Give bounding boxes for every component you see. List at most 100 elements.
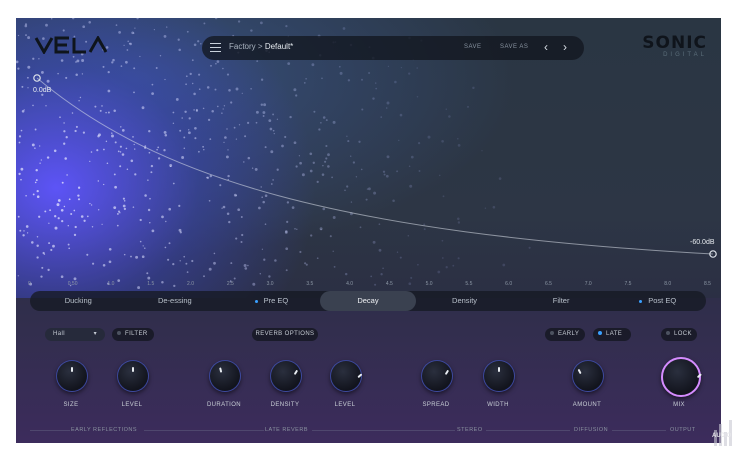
knob-pointer xyxy=(357,373,363,379)
tab-density[interactable]: Density xyxy=(416,291,513,311)
section-divider xyxy=(30,430,70,431)
section-divider xyxy=(312,430,455,431)
knob-spread[interactable] xyxy=(421,360,453,392)
time-tick: 0.50 xyxy=(67,281,78,287)
tab-filter[interactable]: Filter xyxy=(513,291,610,311)
tab-post-eq[interactable]: Post EQ xyxy=(609,291,706,311)
late-indicator xyxy=(598,331,602,336)
time-tick: 4.0 xyxy=(346,281,354,287)
time-tick: 0 xyxy=(28,281,31,287)
knob-label: WIDTH xyxy=(487,402,509,408)
time-tick: 3.5 xyxy=(306,281,314,287)
hall-select-value: Hall xyxy=(53,331,65,337)
tab-label: Decay xyxy=(357,296,379,305)
decay-visualizer[interactable]: 0.0dB -60.0dB 0 0.50 1.0 1.5 2.0 2.5 3.0 3.5 4.0… xyxy=(16,18,721,298)
time-tick: 6.0 xyxy=(505,281,513,287)
tab-label: Pre EQ xyxy=(263,296,289,305)
chevron-down-icon: ▾ xyxy=(93,331,97,337)
knob-mix[interactable] xyxy=(661,357,702,397)
section-output: OUTPUT xyxy=(670,427,696,433)
tab-de-essing[interactable]: De-essing xyxy=(127,291,224,311)
knob-pointer xyxy=(696,373,702,379)
tab-ducking[interactable]: Ducking xyxy=(30,291,127,311)
knob-label: LEVEL xyxy=(121,402,143,408)
time-tick: 3.0 xyxy=(266,281,274,287)
knob-size[interactable] xyxy=(56,360,88,392)
knob-level[interactable] xyxy=(117,360,149,392)
lock-indicator xyxy=(666,331,670,336)
tab-pre-eq[interactable]: Pre EQ xyxy=(223,291,320,311)
knob-label: SPREAD xyxy=(422,402,450,408)
knob-pointer xyxy=(577,368,582,375)
time-tick: 1.5 xyxy=(147,281,155,287)
late-toggle[interactable]: LATE xyxy=(593,328,631,341)
early-toggle[interactable]: EARLY xyxy=(545,328,585,341)
knob-width[interactable] xyxy=(483,360,515,392)
time-tick: 5.0 xyxy=(425,281,433,287)
decay-start-label: 0.0dB xyxy=(33,87,52,94)
knob-label: AMOUNT xyxy=(572,402,602,408)
knob-pointer xyxy=(219,367,223,373)
early-indicator xyxy=(550,331,554,336)
vela-logo xyxy=(34,34,108,59)
knob-density[interactable] xyxy=(270,360,302,392)
preset-breadcrumb[interactable]: Factory > Default* xyxy=(229,42,293,51)
preset-bar: Factory > Default* SAVE SAVE AS ‹ › xyxy=(202,36,584,60)
tab-active-dot xyxy=(639,299,643,303)
decay-curve xyxy=(33,74,717,258)
reverb-options-button[interactable]: REVERB OPTIONS xyxy=(252,328,318,341)
knob-label: MIX xyxy=(673,402,685,408)
save-as-button[interactable]: SAVE AS xyxy=(500,44,528,50)
tab-decay[interactable]: Decay xyxy=(319,291,417,311)
filter-toggle[interactable]: FILTER xyxy=(112,328,154,341)
tab-active-dot xyxy=(254,299,258,303)
brand-name: SONIC xyxy=(642,33,707,53)
tab-bar: Ducking De-essing Pre EQ Decay Density Filter… xyxy=(30,291,706,311)
save-button[interactable]: SAVE xyxy=(464,44,482,50)
audio-watermark: AUDIO xyxy=(712,418,738,453)
lock-label: LOCK xyxy=(674,331,692,337)
knob-pointer xyxy=(293,369,299,376)
reverb-plugin-window: 0.0dB -60.0dB 0 0.50 1.0 1.5 2.0 2.5 3.0 3.5 4.0… xyxy=(16,18,721,443)
late-label: LATE xyxy=(606,331,623,337)
chevron-left-icon[interactable]: ‹ xyxy=(544,40,548,54)
section-divider xyxy=(486,430,570,431)
chevron-right-icon[interactable]: › xyxy=(563,40,567,54)
time-tick: 2.5 xyxy=(226,281,234,287)
section-diffusion: DIFFUSION xyxy=(574,427,609,433)
knob-level-late[interactable] xyxy=(330,360,363,392)
time-tick: 4.5 xyxy=(385,281,393,287)
tab-label: Density xyxy=(452,296,478,305)
section-divider xyxy=(612,430,666,431)
time-tick: 5.5 xyxy=(465,281,473,287)
tab-label: Ducking xyxy=(64,296,92,305)
knob-pointer xyxy=(71,367,73,372)
hall-select[interactable]: Hall ▾ xyxy=(45,328,105,341)
menu-icon[interactable] xyxy=(210,43,221,52)
filter-indicator xyxy=(117,331,121,336)
knob-pointer xyxy=(444,369,450,376)
knob-label: DURATION xyxy=(206,402,242,408)
time-tick: 1.0 xyxy=(107,281,115,287)
lock-toggle[interactable]: LOCK xyxy=(661,328,697,341)
knob-label: LEVEL xyxy=(334,402,356,408)
knob-pointer xyxy=(498,367,500,372)
preset-name: Default* xyxy=(264,42,294,51)
breadcrumb-parent: Factory xyxy=(229,42,256,51)
time-tick: 7.0 xyxy=(584,281,592,287)
time-tick: 8.5 xyxy=(704,281,711,287)
knob-amount[interactable] xyxy=(572,360,604,392)
time-tick: 8.0 xyxy=(664,281,672,287)
decay-end-label: -60.0dB xyxy=(690,239,715,246)
knob-label: DENSITY xyxy=(270,402,300,408)
knob-pointer xyxy=(132,367,134,372)
time-tick: 7.5 xyxy=(624,281,632,287)
knob-label: SIZE xyxy=(63,402,79,408)
early-label: EARLY xyxy=(558,331,580,337)
section-late-reverb: LATE REVERB xyxy=(265,427,308,433)
knob-duration[interactable] xyxy=(209,360,241,392)
tab-label: Filter xyxy=(552,296,570,305)
section-stereo: STEREO xyxy=(457,427,483,433)
section-early-reflections: EARLY REFLECTIONS xyxy=(71,427,138,433)
tab-label: Post EQ xyxy=(648,296,677,305)
